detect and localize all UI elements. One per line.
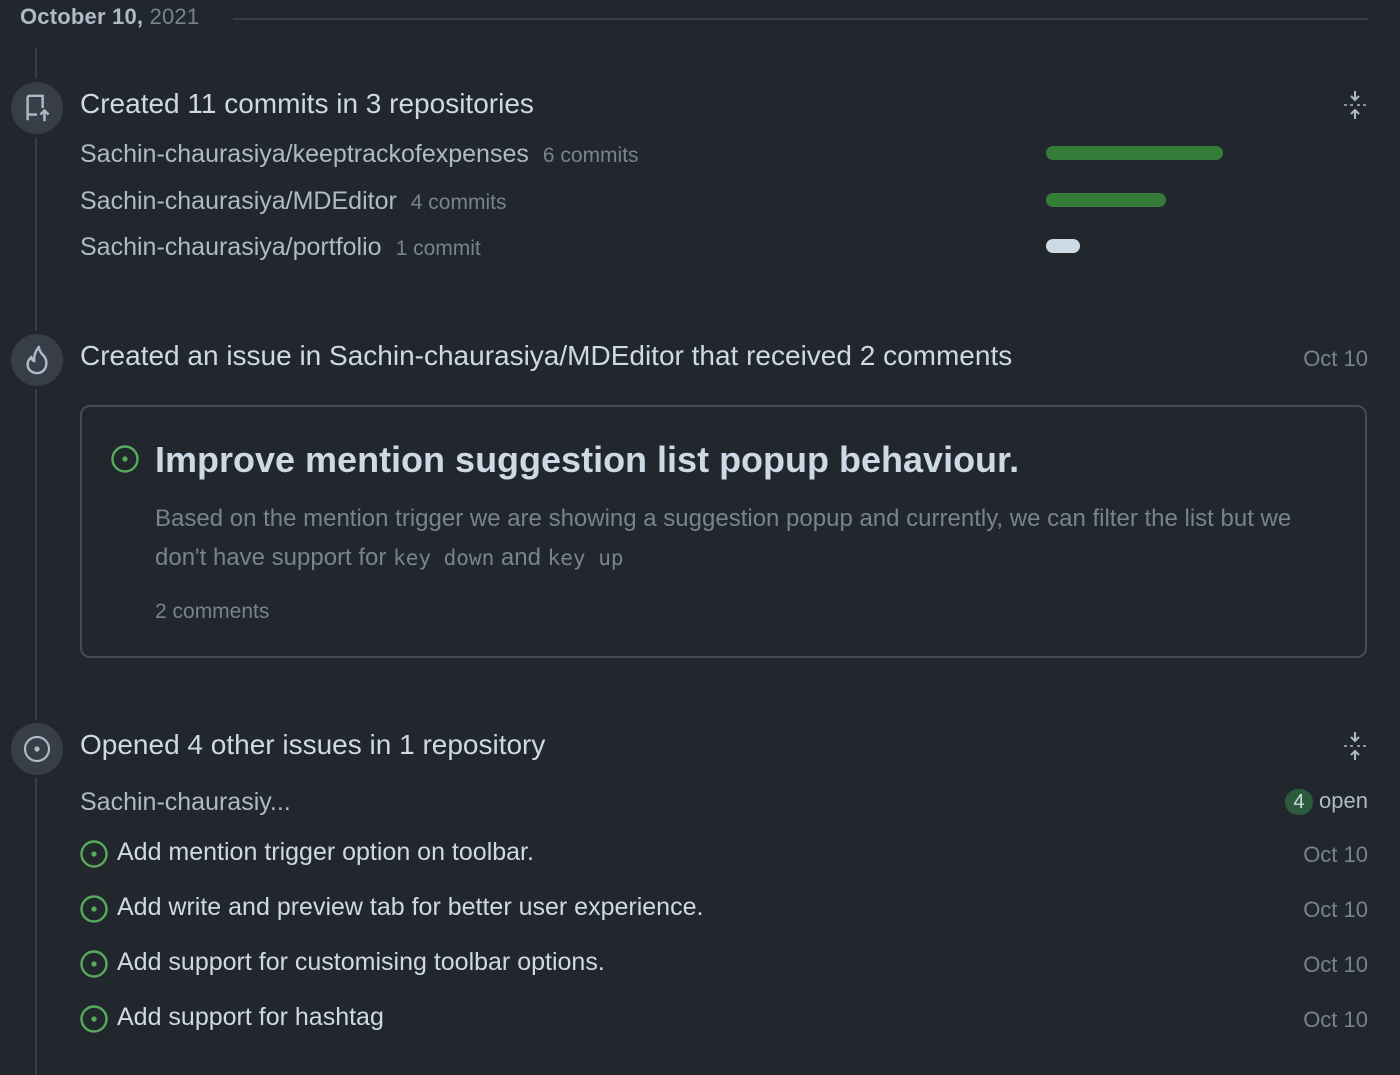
created-issue-date: Oct 10 [1303, 346, 1368, 371]
date-header: October 10, 2021 [20, 4, 199, 30]
commit-count-link[interactable]: 4 commits [411, 191, 507, 214]
commit-repo-row: Sachin-chaurasiya/keeptrackofexpenses 6 c… [80, 140, 639, 169]
commits-summary-title: Created 11 commits in 3 repositories [80, 88, 534, 119]
issue-opened-icon [110, 444, 140, 479]
fold-icon[interactable] [1342, 90, 1368, 125]
issue-comments-link[interactable]: 2 comments [155, 600, 269, 624]
commit-repo-row: Sachin-chaurasiya/MDEditor 4 commits [80, 187, 506, 216]
timeline-line [35, 48, 37, 1075]
issue-list-item-link[interactable]: Add write and preview tab for better use… [117, 893, 703, 922]
repo-push-icon [8, 79, 66, 137]
commit-count-link[interactable]: 6 commits [543, 144, 639, 167]
issue-title-link[interactable]: Improve mention suggestion list popup be… [155, 439, 1019, 481]
open-count-badge: 4 [1284, 789, 1313, 816]
commit-repo-link[interactable]: Sachin-chaurasiya/MDEditor [80, 187, 397, 215]
open-label: open [1319, 788, 1368, 813]
commit-progress-bar [1046, 193, 1166, 207]
open-count-indicator: 4 open [1284, 788, 1368, 816]
opened-issues-repo-link[interactable]: Sachin-chaurasiy... [80, 788, 291, 817]
issue-body-text: Based on the mention trigger we are show… [155, 505, 1292, 571]
issue-body-code-key-up: key up [547, 546, 624, 570]
issue-opened-icon [8, 720, 66, 778]
issue-card: Improve mention suggestion list popup be… [80, 405, 1367, 658]
issue-list-item-date: Oct 10 [1303, 897, 1368, 922]
issue-opened-icon [79, 949, 109, 984]
issue-list-item-link[interactable]: Add mention trigger option on toolbar. [117, 838, 534, 867]
date-year: 2021 [149, 4, 200, 29]
issue-list-item-link[interactable]: Add support for customising toolbar opti… [117, 948, 605, 977]
issue-list-item-date: Oct 10 [1303, 952, 1368, 977]
date-divider [233, 18, 1368, 20]
issue-opened-icon [79, 894, 109, 929]
issue-list-item-link[interactable]: Add support for hashtag [117, 1003, 384, 1032]
created-issue-title: Created an issue in Sachin-chaurasiya/MD… [80, 340, 1013, 371]
fold-icon[interactable] [1342, 731, 1368, 766]
date-month-day: October 10, [20, 4, 144, 29]
issue-list-item-date: Oct 10 [1303, 842, 1368, 867]
issue-opened-icon [79, 839, 109, 874]
issue-opened-icon [79, 1004, 109, 1039]
issue-body-and: and [500, 544, 541, 571]
commit-progress-bar [1046, 239, 1080, 253]
opened-issues-title: Opened 4 other issues in 1 repository [80, 729, 546, 760]
commit-count-link[interactable]: 1 commit [396, 237, 481, 260]
flame-icon [8, 331, 66, 389]
commit-progress-bar [1046, 146, 1223, 160]
issue-body: Based on the mention trigger we are show… [155, 499, 1345, 578]
issue-body-code-key-down: key down [393, 546, 495, 570]
commit-repo-row: Sachin-chaurasiya/portfolio 1 commit [80, 233, 481, 262]
commit-repo-link[interactable]: Sachin-chaurasiya/keeptrackofexpenses [80, 140, 529, 168]
issue-list-item-date: Oct 10 [1303, 1007, 1368, 1032]
commit-repo-link[interactable]: Sachin-chaurasiya/portfolio [80, 233, 382, 261]
